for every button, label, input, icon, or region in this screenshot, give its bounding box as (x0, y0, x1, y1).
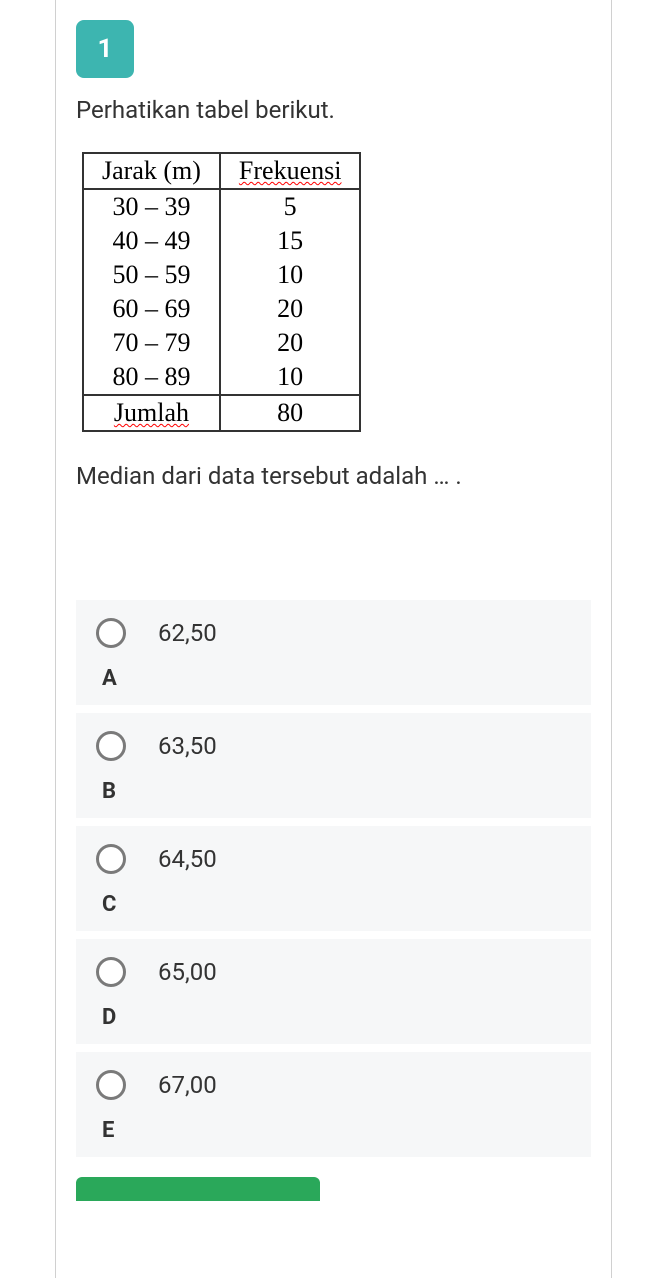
cell-range: 70 – 79 (83, 326, 220, 360)
table-footer-value: 80 (220, 395, 361, 431)
radio-icon[interactable] (96, 844, 126, 874)
option-text: 65,00 (158, 958, 217, 986)
cell-freq: 10 (220, 258, 361, 292)
option-letter: D (96, 1005, 571, 1030)
cell-range: 30 – 39 (83, 189, 220, 224)
option-c[interactable]: 64,50 C (76, 826, 591, 931)
option-letter: A (96, 666, 571, 691)
submit-button[interactable] (76, 1177, 320, 1201)
cell-range: 50 – 59 (83, 258, 220, 292)
radio-icon[interactable] (96, 618, 126, 648)
option-letter: E (96, 1118, 571, 1143)
table-header-jarak: Jarak (m) (83, 153, 220, 189)
option-d[interactable]: 65,00 D (76, 939, 591, 1044)
cell-freq: 20 (220, 292, 361, 326)
table-row: 80 – 8910 (83, 360, 360, 395)
cell-freq: 20 (220, 326, 361, 360)
cell-freq: 15 (220, 224, 361, 258)
option-text: 62,50 (158, 619, 217, 647)
options-group: 62,50 A 63,50 B 64,50 C (76, 600, 591, 1165)
cell-range: 80 – 89 (83, 360, 220, 395)
cell-range: 60 – 69 (83, 292, 220, 326)
option-text: 63,50 (158, 732, 217, 760)
table-row: 40 – 4915 (83, 224, 360, 258)
table-row: 30 – 395 (83, 189, 360, 224)
cell-freq: 10 (220, 360, 361, 395)
table-footer-row: Jumlah 80 (83, 395, 360, 431)
option-b[interactable]: 63,50 B (76, 713, 591, 818)
radio-icon[interactable] (96, 1070, 126, 1100)
option-e[interactable]: 67,00 E (76, 1052, 591, 1157)
question-number-badge: 1 (76, 20, 134, 78)
option-a[interactable]: 62,50 A (76, 600, 591, 705)
option-text: 64,50 (158, 845, 217, 873)
option-letter: B (96, 779, 571, 804)
table-row: 60 – 6920 (83, 292, 360, 326)
question-text: Median dari data tersebut adalah … . (76, 462, 591, 490)
option-letter: C (96, 892, 571, 917)
cell-range: 40 – 49 (83, 224, 220, 258)
cell-freq: 5 (220, 189, 361, 224)
radio-icon[interactable] (96, 731, 126, 761)
table-footer-label: Jumlah (83, 395, 220, 431)
table-header-frekuensi: Frekuensi (220, 153, 361, 189)
option-text: 67,00 (158, 1071, 217, 1099)
instruction-text: Perhatikan tabel berikut. (76, 96, 591, 124)
table-row: 50 – 5910 (83, 258, 360, 292)
table-row: 70 – 7920 (83, 326, 360, 360)
frequency-table: Jarak (m) Frekuensi 30 – 395 40 – 4915 5… (82, 152, 361, 432)
radio-icon[interactable] (96, 957, 126, 987)
